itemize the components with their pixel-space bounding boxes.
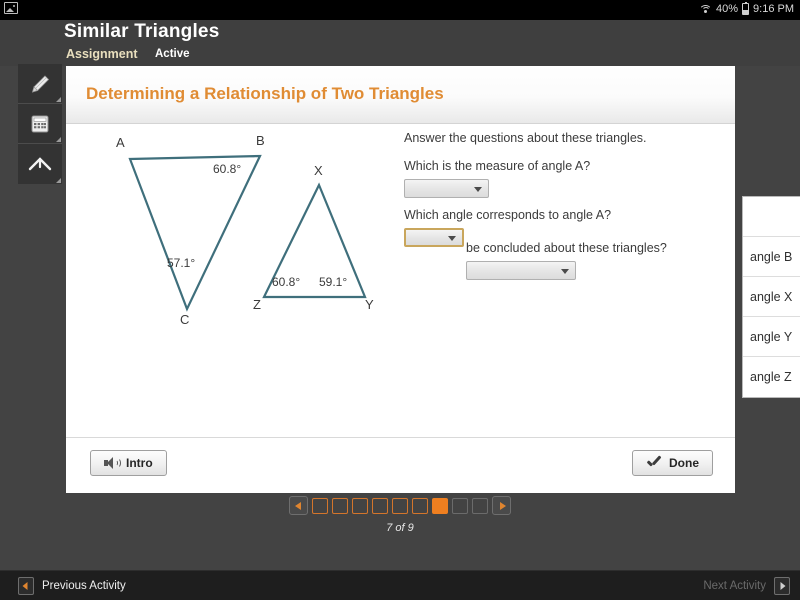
triangle-abc [128, 154, 262, 312]
clock-label: 9:16 PM [753, 3, 794, 15]
questions-intro: Answer the questions about these triangl… [404, 131, 647, 145]
panel-footer: Intro Done [66, 439, 735, 493]
pager-count-label: 7 of 9 [386, 522, 414, 534]
dropdown-option-angle-z[interactable]: angle Z [743, 357, 800, 397]
question-measure-block: Which is the measure of angle A? [404, 159, 724, 198]
pager-dot-4[interactable] [372, 497, 388, 514]
wifi-icon [699, 4, 712, 15]
questions-column: Answer the questions about these triangl… [404, 131, 800, 398]
angle-label-z: 60.8° [272, 275, 301, 289]
tablet-screen: 40% 9:16 PM Similar Triangles Assignment… [0, 0, 800, 600]
speaker-icon [104, 456, 121, 470]
triangle-right-icon [774, 577, 790, 595]
calculator-tool-button[interactable] [18, 104, 62, 144]
status-right-icons: 40% 9:16 PM [699, 1, 794, 15]
pen-tool-button[interactable] [18, 64, 62, 104]
vertex-label-y: Y [365, 297, 374, 312]
chevron-down-icon [561, 268, 569, 274]
page-title: Similar Triangles [64, 21, 220, 42]
status-left-icons [4, 2, 18, 17]
dropdown-option-angle-y[interactable]: angle Y [743, 317, 800, 357]
vertex-label-a: A [116, 135, 125, 150]
pager-dot-8[interactable] [452, 497, 468, 514]
intro-button-label: Intro [126, 456, 153, 470]
battery-icon [742, 1, 750, 15]
pager-dot-2[interactable] [332, 497, 348, 514]
image-icon [4, 2, 18, 14]
calculator-icon [31, 115, 49, 132]
tool-rail [18, 64, 62, 184]
pager-dot-9[interactable] [472, 497, 488, 514]
pager-dot-5[interactable] [392, 497, 408, 514]
pager-dot-6[interactable] [412, 497, 428, 514]
pen-icon [31, 74, 50, 93]
question-conclusion-block: be concluded about these triangles? [404, 241, 724, 280]
measure-of-angle-a-select[interactable] [404, 179, 489, 198]
panel-title: Determining a Relationship of Two Triang… [86, 84, 444, 103]
next-activity-label: Next Activity [703, 580, 766, 592]
pager-row [289, 496, 511, 515]
activity-bar: Previous Activity Next Activity [0, 570, 800, 600]
collapse-tool-button[interactable] [18, 144, 62, 184]
corresponding-angle-dropdown-list[interactable]: angle B angle X angle Y angle Z [742, 196, 800, 398]
pager-next-button[interactable] [492, 496, 511, 515]
triangles-figure: A B C 60.8° 57.1° X Z Y 60.8° 59.1° [74, 129, 399, 369]
pagination: 7 of 9 [0, 496, 800, 542]
vertex-label-c: C [180, 312, 190, 327]
status-badge: Active [155, 48, 190, 60]
triangle-left-icon [18, 577, 34, 595]
pager-dot-1[interactable] [312, 497, 328, 514]
dropdown-option-angle-x[interactable]: angle X [743, 277, 800, 317]
angle-label-y: 59.1° [319, 275, 348, 289]
pager-dot-3[interactable] [352, 497, 368, 514]
chevron-up-icon [28, 157, 52, 171]
question-corresponds-label: Which angle corresponds to angle A? [404, 208, 612, 222]
intro-button[interactable]: Intro [90, 450, 167, 476]
vertex-label-x: X [314, 163, 323, 178]
question-measure-label: Which is the measure of angle A? [404, 159, 591, 173]
check-icon [646, 457, 662, 470]
vertex-label-z: Z [253, 297, 261, 312]
next-activity-button[interactable]: Next Activity [703, 577, 790, 595]
dropdown-option-angle-b[interactable]: angle B [743, 237, 800, 277]
previous-activity-button[interactable]: Previous Activity [18, 577, 126, 595]
android-status-bar: 40% 9:16 PM [0, 0, 800, 20]
chevron-down-icon [448, 235, 456, 241]
done-button[interactable]: Done [632, 450, 713, 476]
done-button-label: Done [669, 456, 699, 470]
previous-activity-label: Previous Activity [42, 580, 126, 592]
assignment-label: Assignment [66, 47, 138, 61]
dropdown-option[interactable] [743, 197, 800, 237]
battery-percent-label: 40% [716, 3, 739, 15]
pager-prev-button[interactable] [289, 496, 308, 515]
panel-body: A B C 60.8° 57.1° X Z Y 60.8° 59.1° Answ… [66, 125, 800, 438]
angle-label-c: 57.1° [167, 256, 196, 270]
content-panel: Determining a Relationship of Two Triang… [66, 66, 800, 493]
pager-dot-7[interactable] [432, 497, 448, 514]
panel-title-bar: Determining a Relationship of Two Triang… [66, 66, 735, 124]
app-header: Similar Triangles Assignment Active [0, 20, 800, 66]
conclusion-select[interactable] [466, 261, 576, 280]
question-conclusion-label: be concluded about these triangles? [466, 241, 667, 255]
chevron-down-icon [474, 186, 482, 192]
angle-label-b: 60.8° [213, 162, 242, 176]
vertex-label-b: B [256, 133, 265, 148]
